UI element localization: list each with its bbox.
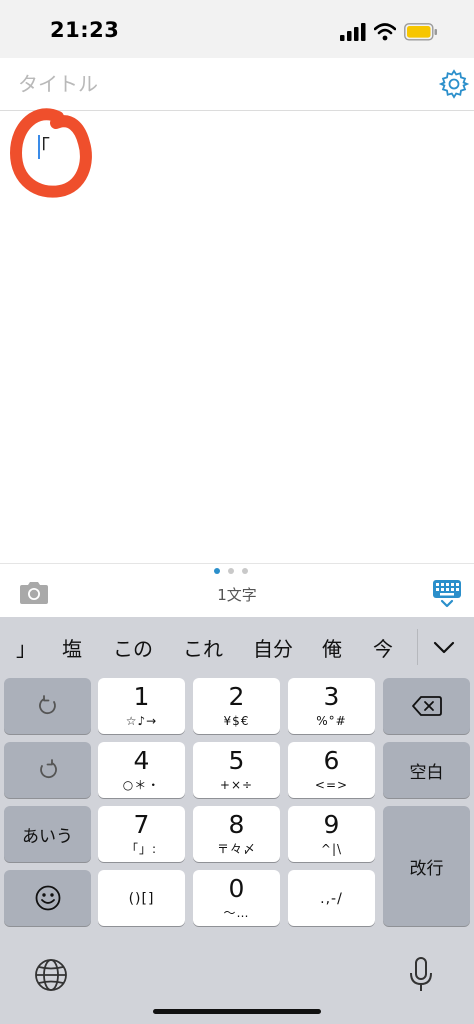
home-indicator bbox=[153, 1009, 321, 1014]
key-sub: <=> bbox=[314, 778, 349, 792]
battery-icon bbox=[404, 23, 437, 41]
suggestion-item[interactable]: 塩 bbox=[62, 633, 82, 662]
key-sub: ○＊・ bbox=[122, 778, 161, 792]
keyboard: 」 塩 この これ 自分 俺 今 1 ☆♪→ 2 ¥$€ 3 %°# 4 ○＊・… bbox=[0, 617, 474, 1024]
key-5[interactable]: 5 +×÷ bbox=[193, 742, 280, 798]
chevron-down-icon[interactable] bbox=[432, 637, 456, 657]
key-7[interactable]: 7 「」: bbox=[98, 806, 185, 862]
suggestion-item[interactable]: 今 bbox=[373, 633, 393, 662]
key-4[interactable]: 4 ○＊・ bbox=[98, 742, 185, 798]
key-9[interactable]: 9 ^|\ bbox=[288, 806, 375, 862]
key-sub: 〜… bbox=[223, 906, 250, 920]
page-dots bbox=[214, 568, 248, 574]
undo-key[interactable] bbox=[4, 678, 91, 734]
status-icons bbox=[340, 20, 438, 44]
title-input[interactable] bbox=[18, 68, 418, 100]
key-main: 2 bbox=[228, 682, 245, 711]
undo-icon bbox=[38, 695, 56, 715]
key-main: 7 bbox=[133, 810, 150, 839]
key-6[interactable]: 6 <=> bbox=[288, 742, 375, 798]
bracket-key[interactable]: ()[] bbox=[98, 870, 185, 926]
globe-icon[interactable] bbox=[34, 958, 68, 992]
clock: 21:23 bbox=[50, 18, 120, 42]
enter-label: 改行 bbox=[409, 858, 444, 879]
suggestion-item[interactable]: 自分 bbox=[253, 633, 293, 662]
key-sub: 「」: bbox=[125, 842, 158, 856]
suggestion-item[interactable]: これ bbox=[183, 633, 223, 662]
punctuation-key[interactable]: .,-/ bbox=[288, 870, 375, 926]
key-sub: ()[] bbox=[128, 891, 155, 907]
signal-icon bbox=[340, 23, 366, 41]
input-mode-key[interactable]: あいう bbox=[4, 806, 91, 862]
status-bar: 21:23 bbox=[0, 0, 474, 58]
page-dot bbox=[214, 568, 220, 574]
key-sub: +×÷ bbox=[219, 778, 254, 792]
key-8[interactable]: 8 〒々〆 bbox=[193, 806, 280, 862]
key-main: 1 bbox=[133, 682, 150, 711]
key-main: 9 bbox=[323, 810, 340, 839]
key-0[interactable]: 0 〜… bbox=[193, 870, 280, 926]
input-mode-label: あいう bbox=[22, 826, 73, 847]
page-dot bbox=[242, 568, 248, 574]
page-dot bbox=[228, 568, 234, 574]
keyboard-hide-icon[interactable] bbox=[432, 578, 462, 608]
key-1[interactable]: 1 ☆♪→ bbox=[98, 678, 185, 734]
key-sub: ☆♪→ bbox=[125, 714, 158, 728]
suggestion-item[interactable]: 」 bbox=[16, 633, 36, 662]
key-sub: 〒々〆 bbox=[216, 842, 256, 856]
backspace-icon bbox=[411, 696, 442, 716]
emoji-key[interactable] bbox=[4, 870, 91, 926]
suggestion-bar: 」 塩 この これ 自分 俺 今 bbox=[0, 617, 474, 677]
emoji-icon bbox=[35, 885, 60, 911]
character-count: 1文字 bbox=[217, 586, 257, 604]
key-sub: %°# bbox=[316, 714, 347, 728]
key-main: 8 bbox=[228, 810, 245, 839]
red-circle-annotation bbox=[10, 108, 92, 198]
suggestion-item[interactable]: 俺 bbox=[322, 633, 342, 662]
wifi-icon bbox=[374, 23, 396, 41]
key-main: 4 bbox=[133, 746, 150, 775]
microphone-icon[interactable] bbox=[407, 956, 435, 994]
key-sub: ^|\ bbox=[320, 842, 343, 856]
space-key[interactable]: 空白 bbox=[383, 742, 470, 798]
delete-key[interactable] bbox=[383, 678, 470, 734]
key-sub: ¥$€ bbox=[223, 714, 250, 728]
suggestion-item[interactable]: この bbox=[113, 633, 153, 662]
redo-key[interactable] bbox=[4, 742, 91, 798]
enter-key[interactable]: 改行 bbox=[383, 806, 470, 926]
key-main: 6 bbox=[323, 746, 340, 775]
key-main: 0 bbox=[228, 874, 245, 903]
key-2[interactable]: 2 ¥$€ bbox=[193, 678, 280, 734]
key-main: 5 bbox=[228, 746, 245, 775]
settings-gear-icon[interactable] bbox=[438, 68, 470, 100]
suggestion-divider bbox=[417, 629, 418, 665]
key-3[interactable]: 3 %°# bbox=[288, 678, 375, 734]
key-main: 3 bbox=[323, 682, 340, 711]
redo-icon bbox=[39, 759, 57, 779]
key-sub: .,-/ bbox=[320, 891, 343, 907]
editor-toolbar: 1文字 bbox=[0, 563, 474, 618]
space-label: 空白 bbox=[409, 762, 444, 783]
